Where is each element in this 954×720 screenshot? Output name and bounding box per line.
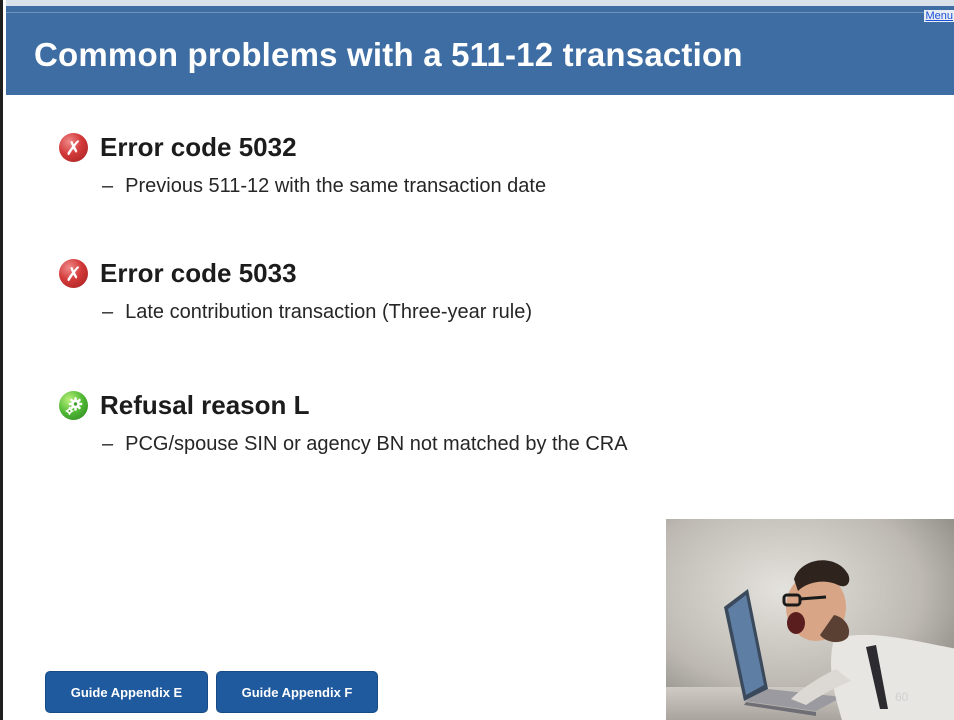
problem-detail: – PCG/spouse SIN or agency BN not matched… xyxy=(102,433,628,456)
title-bar: Common problems with a 511-12 transactio… xyxy=(6,0,954,95)
guide-appendix-f-button[interactable]: Guide Appendix F xyxy=(216,671,378,713)
bullet-dash: – xyxy=(102,175,114,197)
slide-title: Common problems with a 511-12 transactio… xyxy=(34,36,743,73)
error-x-icon: ✗ xyxy=(59,133,88,162)
problem-heading-text: Error code 5033 xyxy=(100,258,297,288)
problem-detail-text: PCG/spouse SIN or agency BN not matched … xyxy=(125,433,628,455)
slide: Common problems with a 511-12 transactio… xyxy=(0,0,954,720)
title-bar-divider xyxy=(6,12,954,13)
problem-item-error-5033: ✗ Error code 5033 – Late contribution tra… xyxy=(59,258,532,324)
gear-icon xyxy=(59,391,88,420)
frustrated-user-photo xyxy=(666,519,954,720)
guide-appendix-e-button[interactable]: Guide Appendix E xyxy=(45,671,208,713)
bullet-dash: – xyxy=(102,433,114,455)
problem-detail-text: Late contribution transaction (Three-yea… xyxy=(125,301,532,323)
problem-detail: – Late contribution transaction (Three-ye… xyxy=(102,301,532,324)
problem-heading: ✗ Error code 5032 xyxy=(59,132,546,163)
bullet-dash: – xyxy=(102,301,114,323)
problem-heading: ✗ Error code 5033 xyxy=(59,258,532,289)
page-number: 60 xyxy=(895,690,909,704)
problem-item-refusal-l: Refusal reason L – PCG/spouse SIN or agen… xyxy=(59,390,628,456)
gear-icon-graphic xyxy=(65,396,82,415)
problem-heading-text: Error code 5032 xyxy=(100,132,297,162)
problem-detail: – Previous 511-12 with the same transacti… xyxy=(102,175,546,198)
problem-heading-text: Refusal reason L xyxy=(100,390,310,420)
problem-item-error-5032: ✗ Error code 5032 – Previous 511-12 with … xyxy=(59,132,546,198)
menu-link[interactable]: Menu xyxy=(924,10,954,22)
photo-illustration xyxy=(666,519,954,720)
problem-detail-text: Previous 511-12 with the same transactio… xyxy=(125,175,547,197)
error-x-icon: ✗ xyxy=(59,259,88,288)
problem-heading: Refusal reason L xyxy=(59,390,628,421)
